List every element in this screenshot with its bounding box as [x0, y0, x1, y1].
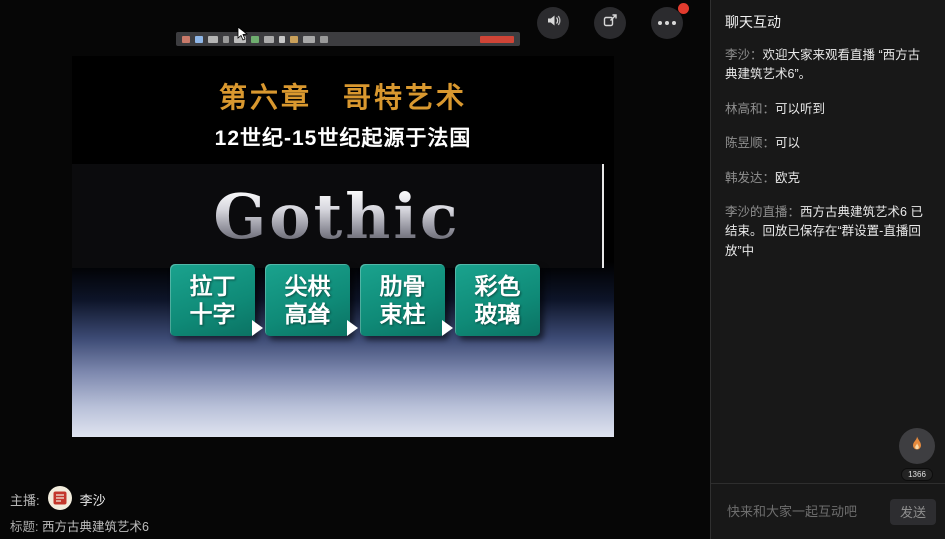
chat-input-bar: 发送	[711, 483, 945, 539]
chat-message: 韩发达：欧克	[725, 169, 931, 188]
shared-screen-ppt-toolbar	[176, 32, 520, 46]
ppt-toolbar-red-button	[480, 36, 514, 43]
share-icon	[602, 12, 619, 34]
chat-sidebar: 聊天互动 李沙：欢迎大家来观看直播 “西方古典建筑艺术6”。 林高和：可以听到 …	[710, 0, 945, 539]
audio-icon	[545, 12, 562, 34]
chat-message: 陈昱顺：可以	[725, 134, 931, 153]
feature-box: 尖栱 高耸	[265, 264, 350, 336]
ppt-toolbar-icon	[303, 36, 315, 43]
feature-box: 拉丁 十字	[170, 264, 255, 336]
chat-header: 聊天互动	[711, 0, 945, 40]
ppt-toolbar-icon	[208, 36, 218, 43]
arrow-right-icon	[442, 320, 453, 336]
ppt-toolbar-icon	[195, 36, 203, 43]
arrow-right-icon	[347, 320, 358, 336]
stream-title-row: 标题: 西方古典建筑艺术6	[10, 516, 149, 535]
chat-message: 林高和：可以听到	[725, 100, 931, 119]
host-name: 李沙	[80, 490, 106, 509]
ppt-toolbar-icon	[182, 36, 190, 43]
like-button[interactable]	[899, 428, 935, 464]
gothic-banner-image: Gothic	[72, 164, 604, 268]
feature-box: 彩色 玻璃	[455, 264, 540, 336]
feature-box: 肋骨 束柱	[360, 264, 445, 336]
like-widget: 1366	[898, 428, 936, 482]
send-button[interactable]: 发送	[890, 499, 936, 525]
gothic-word: Gothic	[213, 180, 460, 253]
ppt-toolbar-icon	[251, 36, 259, 43]
like-count-badge: 1366	[901, 468, 933, 481]
stream-title-label: 标题:	[10, 520, 38, 534]
flame-icon	[908, 435, 926, 458]
ppt-toolbar-icon	[279, 36, 285, 43]
host-avatar	[48, 486, 72, 513]
chat-message: 李沙的直播：西方古典建筑艺术6 已结束。回放已保存在“群设置-直播回放”中	[725, 203, 931, 261]
share-button[interactable]	[594, 7, 626, 39]
slide-subtitle: 12世纪-15世纪起源于法国	[72, 122, 614, 152]
arrow-right-icon	[252, 320, 263, 336]
chat-message: 李沙：欢迎大家来观看直播 “西方古典建筑艺术6”。	[725, 46, 931, 85]
record-dot-indicator[interactable]	[678, 3, 689, 14]
slide-title: 第六章 哥特艺术	[72, 76, 614, 116]
presentation-slide: 第六章 哥特艺术 12世纪-15世纪起源于法国 Gothic 拉丁 十字 尖栱 …	[72, 56, 614, 437]
live-stream-window: 第六章 哥特艺术 12世纪-15世纪起源于法国 Gothic 拉丁 十字 尖栱 …	[0, 0, 945, 539]
ppt-toolbar-icon	[320, 36, 328, 43]
ppt-toolbar-icon	[264, 36, 274, 43]
audio-settings-button[interactable]	[537, 7, 569, 39]
stream-video-area: 第六章 哥特艺术 12世纪-15世纪起源于法国 Gothic 拉丁 十字 尖栱 …	[0, 0, 710, 539]
ppt-toolbar-icon	[290, 36, 298, 43]
host-label: 主播:	[10, 490, 40, 509]
more-icon	[658, 21, 676, 25]
chat-input[interactable]	[725, 503, 882, 520]
mouse-cursor	[237, 26, 249, 47]
ppt-toolbar-icon	[223, 36, 229, 43]
chat-message-list: 李沙：欢迎大家来观看直播 “西方古典建筑艺术6”。 林高和：可以听到 陈昱顺：可…	[711, 40, 945, 261]
host-info-row: 主播: 李沙	[10, 486, 106, 513]
stream-title-value: 西方古典建筑艺术6	[42, 520, 149, 534]
